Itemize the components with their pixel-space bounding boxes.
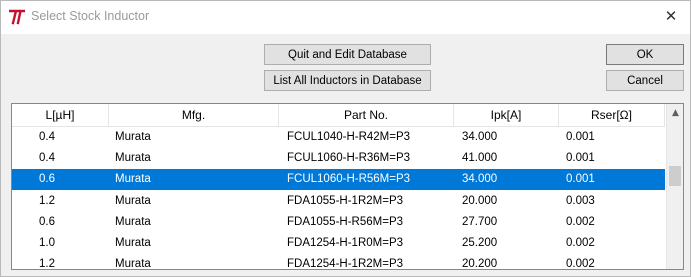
- cell-rser: 0.001: [566, 173, 595, 186]
- table-row[interactable]: 1.0 Murata FDA1254-H-1R0M=P3 25.200 0.002: [12, 232, 665, 253]
- cell-ipk: 27.700: [462, 215, 498, 228]
- cell-inductance: 0.4: [39, 151, 55, 164]
- cell-inductance: 1.2: [39, 258, 55, 270]
- scrollbar-thumb[interactable]: [669, 166, 681, 186]
- close-icon[interactable]: ✕: [662, 7, 680, 25]
- cell-inductance: 1.0: [39, 237, 55, 250]
- table-row[interactable]: 0.4 Murata FCUL1040-H-R42M=P3 34.000 0.001: [12, 126, 665, 147]
- cell-manufacturer: Murata: [115, 258, 151, 270]
- scroll-up-arrow-icon[interactable]: ▲: [667, 104, 683, 121]
- cell-manufacturer: Murata: [115, 151, 151, 164]
- cell-part-number: FCUL1040-H-R42M=P3: [287, 130, 411, 143]
- table-header: L[µH] Mfg. Part No. Ipk[A] Rser[Ω]: [12, 104, 665, 127]
- table-row[interactable]: 1.2 Murata FDA1254-H-1R2M=P3 20.200 0.002: [12, 254, 665, 270]
- vertical-scrollbar[interactable]: ▲: [666, 104, 683, 269]
- quit-and-edit-database-button[interactable]: Quit and Edit Database: [264, 44, 431, 65]
- cancel-button[interactable]: Cancel: [606, 70, 684, 91]
- table-body: 0.4 Murata FCUL1040-H-R42M=P3 34.000 0.001 0.…: [12, 126, 665, 270]
- column-header-ipk[interactable]: Ipk[A]: [454, 104, 559, 126]
- ltspice-icon: [8, 9, 26, 25]
- cell-rser: 0.002: [566, 237, 595, 250]
- column-header-l[interactable]: L[µH]: [12, 104, 109, 126]
- column-header-part-no[interactable]: Part No.: [279, 104, 454, 126]
- cell-inductance: 1.2: [39, 194, 55, 207]
- inductor-table[interactable]: L[µH] Mfg. Part No. Ipk[A] Rser[Ω] 0.4 Mu…: [11, 103, 684, 270]
- cell-ipk: 20.000: [462, 194, 498, 207]
- cell-inductance: 0.6: [39, 173, 55, 186]
- window-title: Select Stock Inductor: [31, 9, 150, 23]
- cell-ipk: 34.000: [462, 173, 498, 186]
- cell-part-number: FDA1055-H-R56M=P3: [287, 215, 404, 228]
- cell-rser: 0.001: [566, 151, 595, 164]
- title-bar: Select Stock Inductor ✕: [1, 1, 690, 34]
- cell-rser: 0.003: [566, 194, 595, 207]
- cell-part-number: FCUL1060-H-R36M=P3: [287, 151, 411, 164]
- table-row[interactable]: 0.6 Murata FDA1055-H-R56M=P3 27.700 0.002: [12, 211, 665, 232]
- ok-button[interactable]: OK: [606, 44, 684, 65]
- cell-part-number: FCUL1060-H-R56M=P3: [287, 173, 411, 186]
- table-row[interactable]: 0.4 Murata FCUL1060-H-R36M=P3 41.000 0.001: [12, 147, 665, 168]
- cell-manufacturer: Murata: [115, 215, 151, 228]
- table-row[interactable]: 1.2 Murata FDA1055-H-1R2M=P3 20.000 0.003: [12, 190, 665, 211]
- cell-ipk: 20.200: [462, 258, 498, 270]
- cell-rser: 0.001: [566, 130, 595, 143]
- column-header-mfg[interactable]: Mfg.: [109, 104, 279, 126]
- cell-manufacturer: Murata: [115, 173, 151, 186]
- cell-part-number: FDA1254-H-1R2M=P3: [287, 258, 404, 270]
- cell-manufacturer: Murata: [115, 130, 151, 143]
- select-stock-inductor-dialog: Select Stock Inductor ✕ Quit and Edit Da…: [0, 0, 691, 277]
- cell-rser: 0.002: [566, 215, 595, 228]
- cell-inductance: 0.6: [39, 215, 55, 228]
- table-row-selected[interactable]: 0.6 Murata FCUL1060-H-R56M=P3 34.000 0.001: [12, 168, 665, 190]
- column-header-rser[interactable]: Rser[Ω]: [559, 104, 665, 126]
- cell-ipk: 41.000: [462, 151, 498, 164]
- cell-ipk: 34.000: [462, 130, 498, 143]
- cell-ipk: 25.200: [462, 237, 498, 250]
- cell-rser: 0.002: [566, 258, 595, 270]
- list-all-inductors-button[interactable]: List All Inductors in Database: [264, 70, 431, 91]
- cell-manufacturer: Murata: [115, 237, 151, 250]
- cell-manufacturer: Murata: [115, 194, 151, 207]
- cell-part-number: FDA1055-H-1R2M=P3: [287, 194, 404, 207]
- cell-inductance: 0.4: [39, 130, 55, 143]
- cell-part-number: FDA1254-H-1R0M=P3: [287, 237, 404, 250]
